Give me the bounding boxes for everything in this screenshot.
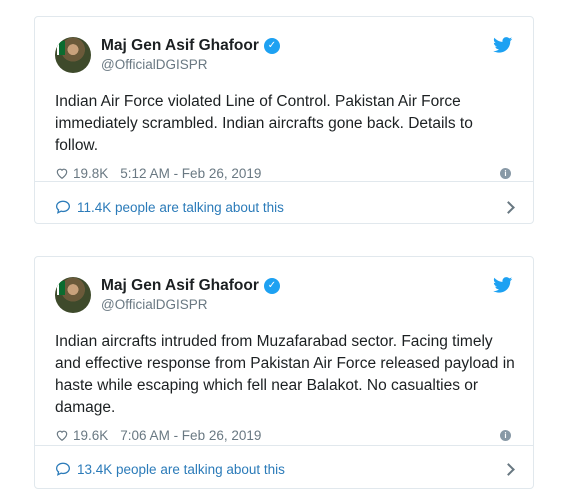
conversation-link[interactable]: 13.4K people are talking about this <box>55 458 515 480</box>
verified-badge-icon: ✓ <box>263 277 280 294</box>
tweet-card[interactable]: Maj Gen Asif Ghafoor ✓ @OfficialDGISPR I… <box>34 16 534 224</box>
tweet-text: Indian Air Force violated Line of Contro… <box>55 93 473 154</box>
avatar[interactable] <box>55 37 91 73</box>
author-name[interactable]: Maj Gen Asif Ghafoor <box>101 37 259 56</box>
divider <box>35 181 533 182</box>
tweet-author[interactable]: Maj Gen Asif Ghafoor ✓ @OfficialDGISPR <box>55 35 513 75</box>
divider <box>35 445 533 446</box>
page: Maj Gen Asif Ghafoor ✓ @OfficialDGISPR I… <box>0 0 576 499</box>
heart-icon[interactable] <box>55 428 69 442</box>
heart-icon[interactable] <box>55 166 69 180</box>
tweet-card[interactable]: Maj Gen Asif Ghafoor ✓ @OfficialDGISPR I… <box>34 256 534 489</box>
conversation-link[interactable]: 11.4K people are talking about this <box>55 196 515 218</box>
author-handle[interactable]: @OfficialDGISPR <box>101 57 280 73</box>
tweet-meta: 19.8K 5:12 AM - Feb 26, 2019 i <box>55 163 513 183</box>
twitter-bird-icon[interactable] <box>493 37 513 53</box>
info-icon[interactable]: i <box>500 167 511 179</box>
verified-badge-icon: ✓ <box>263 37 280 54</box>
info-icon[interactable]: i <box>500 429 511 441</box>
tweet-timestamp[interactable]: 7:06 AM - Feb 26, 2019 <box>120 428 261 443</box>
like-count[interactable]: 19.6K <box>73 428 108 443</box>
chevron-right-icon[interactable] <box>502 200 515 214</box>
avatar[interactable] <box>55 277 91 313</box>
like-count[interactable]: 19.8K <box>73 166 108 181</box>
speech-bubble-icon <box>55 462 71 476</box>
conversation-text[interactable]: 13.4K people are talking about this <box>77 462 285 477</box>
twitter-bird-icon[interactable] <box>493 277 513 293</box>
conversation-text[interactable]: 11.4K people are talking about this <box>77 200 284 215</box>
speech-bubble-icon <box>55 200 71 214</box>
tweet-text: Indian aircrafts intruded from Muzafarab… <box>55 333 515 416</box>
author-name[interactable]: Maj Gen Asif Ghafoor <box>101 277 259 296</box>
tweet-meta: 19.6K 7:06 AM - Feb 26, 2019 i <box>55 425 513 445</box>
chevron-right-icon[interactable] <box>502 462 515 476</box>
author-handle[interactable]: @OfficialDGISPR <box>101 297 280 313</box>
tweet-timestamp[interactable]: 5:12 AM - Feb 26, 2019 <box>120 166 261 181</box>
tweet-author[interactable]: Maj Gen Asif Ghafoor ✓ @OfficialDGISPR <box>55 275 513 315</box>
